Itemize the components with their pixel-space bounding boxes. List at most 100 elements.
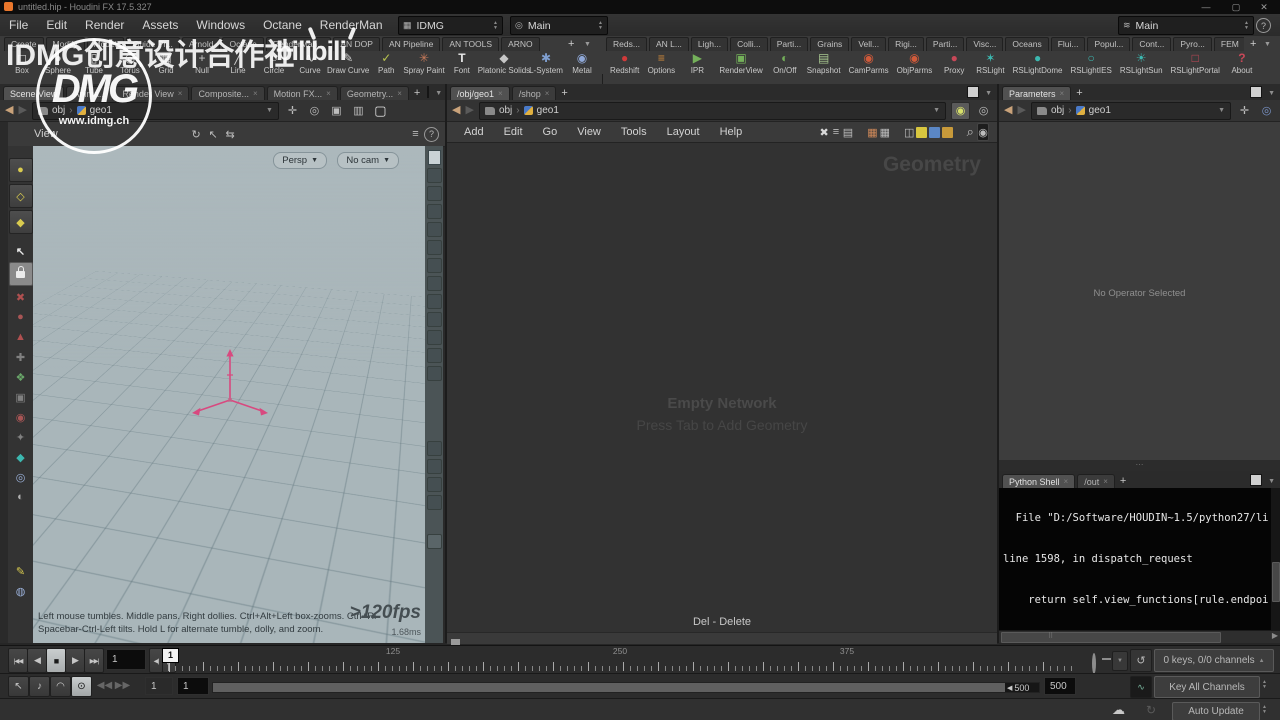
shelf-tab[interactable]: Popul... xyxy=(1087,37,1131,51)
desktop-selector[interactable]: ▦ IDMG ▲ ▼ xyxy=(398,16,503,35)
menu-render[interactable]: Render xyxy=(76,14,133,36)
spinner-icon[interactable]: ▲ ▼ xyxy=(1262,680,1267,690)
shelf-tool-metaball[interactable]: ◉ Metal xyxy=(564,51,600,76)
close-icon[interactable]: × xyxy=(1060,89,1065,98)
shelf-tool-font[interactable]: T Font xyxy=(444,51,480,76)
shelf-tool-options[interactable]: ≡ Options xyxy=(643,51,679,76)
jump-to-start-button[interactable]: |◀◀ xyxy=(8,648,28,673)
shelf-tab[interactable]: Guide Pr... xyxy=(125,37,180,51)
tree-view-icon[interactable]: ≡ xyxy=(831,124,841,140)
play-button[interactable]: ▶ xyxy=(65,648,85,673)
prev-key-button[interactable]: ◀| xyxy=(149,648,163,673)
shelf-tab[interactable]: Octane xyxy=(222,37,264,51)
loop-forward-icon[interactable]: ▶▶ xyxy=(113,676,132,695)
shelf-tool-ipr[interactable]: ▶ IPR xyxy=(679,51,715,76)
step-back-button[interactable]: ◀ xyxy=(27,648,47,673)
shelf-tool-box[interactable]: ◻ Box xyxy=(4,51,40,76)
shelf-tab[interactable]: Parti... xyxy=(769,37,809,51)
display-toggle-icon[interactable] xyxy=(426,222,442,237)
menu-windows[interactable]: Windows xyxy=(187,14,254,36)
close-icon[interactable]: × xyxy=(545,89,550,98)
network-editor[interactable]: Geometry Empty Network Press Tab to Add … xyxy=(447,143,997,646)
display-toggle-icon[interactable] xyxy=(426,276,442,291)
viewport-tool-icon[interactable]: ▲ xyxy=(12,328,30,346)
shelf-tab[interactable]: Visc... xyxy=(966,37,1004,51)
add-tab-icon[interactable]: + xyxy=(558,87,570,99)
shelf-tab[interactable]: Vell... xyxy=(851,37,887,51)
shelf-tool-spray-paint[interactable]: ✳ Spray Paint xyxy=(403,51,444,76)
shelf-tool-about[interactable]: ? About xyxy=(1224,51,1260,76)
shelf-tab[interactable]: Rigi... xyxy=(888,37,924,51)
shelf-tab[interactable]: Arnold xyxy=(181,37,221,51)
title-bar[interactable]: untitled.hip - Houdini FX 17.5.327 — ▢ ✕ xyxy=(0,0,1280,14)
back-icon[interactable]: ◀ xyxy=(452,105,460,116)
lock-selection-button[interactable] xyxy=(8,262,33,286)
shelf-tool-draw-curve[interactable]: ✎ Draw Curve xyxy=(327,51,369,76)
perspective-view-selector[interactable]: Persp ▼ xyxy=(273,152,327,169)
viewport-tool-icon[interactable]: ✦ xyxy=(12,428,30,446)
shelf-tab[interactable]: ARNO xyxy=(501,37,540,51)
list-view-icon[interactable]: ▤ xyxy=(843,124,853,140)
shelf-tool-line[interactable]: ╱ Line xyxy=(220,51,256,76)
shelf-tab-menu-icon[interactable]: ▼ xyxy=(584,41,591,48)
auto-update-dropdown[interactable]: Auto Update xyxy=(1172,702,1260,720)
close-icon[interactable]: × xyxy=(498,89,503,98)
viewport-tool-icon[interactable]: ● xyxy=(12,308,30,326)
tab-animation[interactable]: Anima... xyxy=(66,86,114,100)
viewport-tool-icon[interactable]: ◍ xyxy=(12,582,30,600)
scene-path-combo[interactable]: obj › geo1 ▼ xyxy=(31,101,279,120)
net-menu-edit[interactable]: Edit xyxy=(495,126,532,138)
shelf-tool-snapshot[interactable]: ▤ Snapshot xyxy=(803,51,845,76)
close-icon[interactable]: × xyxy=(253,89,258,98)
shelf-tab[interactable]: Cont... xyxy=(1132,37,1172,51)
key-options-icon[interactable]: ▼ xyxy=(1112,651,1128,671)
view-tool-icon[interactable]: ↻ xyxy=(188,126,205,142)
key-all-channels-dropdown[interactable]: Key All Channels xyxy=(1154,676,1260,698)
shelf-tool-onoff[interactable]: ◐ On/Off xyxy=(767,51,803,76)
tab-obj-geo1[interactable]: /obj/geo1 × xyxy=(450,86,510,100)
display-toggle-icon[interactable] xyxy=(426,366,442,381)
shelf-tool-sphere[interactable]: ● Sphere xyxy=(40,51,76,76)
viewport-tool-icon[interactable]: ❖ xyxy=(12,368,30,386)
shelf-tool-renderview[interactable]: ▣ RenderView xyxy=(715,51,766,76)
pane-menu-icon[interactable]: ▼ xyxy=(435,90,442,97)
forward-icon[interactable]: ▶ xyxy=(465,105,473,116)
channel-scope-icon[interactable]: ↺ xyxy=(1130,649,1152,672)
shelf-tab[interactable]: Modify xyxy=(45,37,85,51)
playback-range-slider[interactable]: ◀ 500 xyxy=(212,682,1040,693)
pane-menu-icon[interactable]: ▼ xyxy=(1268,90,1275,97)
camera-selector[interactable]: No cam ▼ xyxy=(337,152,399,169)
tab-composite[interactable]: Composite... × xyxy=(191,86,265,100)
split-panel-icon[interactable]: ◫ xyxy=(904,124,914,140)
pin-icon[interactable]: ✛ xyxy=(1236,103,1253,119)
shelf-tab[interactable]: Model xyxy=(86,37,124,51)
main-desktop-selector-right[interactable]: ≋ Main ▲ ▼ xyxy=(1118,16,1254,35)
global-start-field[interactable]: 1 xyxy=(145,677,173,695)
shelf-tab[interactable]: Pyro... xyxy=(1173,37,1212,51)
character-picker-icon[interactable]: ▥ xyxy=(350,103,367,119)
key-icon[interactable] xyxy=(1092,653,1096,674)
add-tab-icon[interactable]: + xyxy=(1073,87,1085,99)
pane-layout-icon[interactable] xyxy=(427,86,430,98)
viewport-tool-icon[interactable]: ◉ xyxy=(12,408,30,426)
tab-geometry[interactable]: Geometry... × xyxy=(339,86,409,100)
forward-icon[interactable]: ▶ xyxy=(1017,105,1025,116)
shelf-tab-menu-icon[interactable]: ▼ xyxy=(1264,41,1271,48)
tab-python-shell[interactable]: Python Shell × xyxy=(1002,474,1076,488)
color-palette-icon[interactable]: ▦ xyxy=(867,124,877,140)
audio-toggle-button[interactable]: ♪ xyxy=(29,676,50,697)
select-arrow-button[interactable]: ↖ xyxy=(12,242,30,260)
net-menu-add[interactable]: Add xyxy=(455,126,493,138)
shelf-tool-path[interactable]: ✓ Path xyxy=(368,51,404,76)
handles-tool-icon[interactable]: ⇆ xyxy=(222,126,239,142)
display-toggle-icon[interactable] xyxy=(426,330,442,345)
memory-indicator[interactable] xyxy=(427,150,441,165)
tab-shop[interactable]: /shop × xyxy=(511,86,557,100)
grid-snap-icon[interactable]: ▦ xyxy=(880,124,890,140)
pane-layout-icon[interactable] xyxy=(1250,474,1263,486)
radial-menu-icon[interactable]: ◎ xyxy=(306,103,323,119)
display-toggle-icon[interactable] xyxy=(426,441,442,456)
chevron-down-icon[interactable]: ▼ xyxy=(933,107,940,114)
shelf-tab-redshift[interactable]: Reds... xyxy=(606,37,647,51)
visibility-icon[interactable]: ◉ xyxy=(977,123,989,141)
